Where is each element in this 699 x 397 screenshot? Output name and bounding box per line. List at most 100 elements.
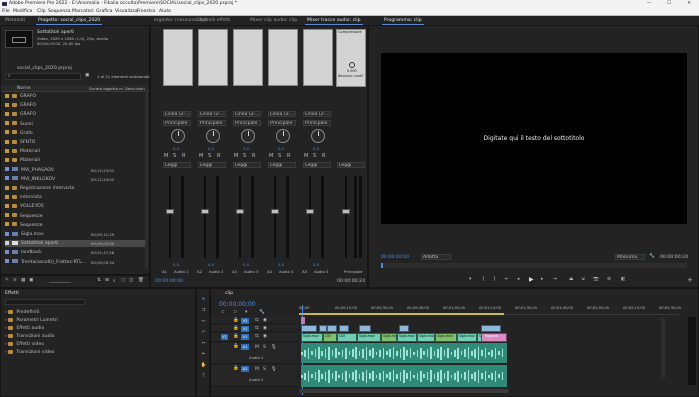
- label-color-swatch[interactable]: [5, 130, 9, 135]
- chevron-right-icon[interactable]: ›: [5, 350, 7, 355]
- mic-icon[interactable]: 🎙: [271, 367, 277, 372]
- pan-value[interactable]: 0,0: [278, 146, 284, 151]
- video-clip[interactable]: C00: [323, 333, 337, 342]
- timeline-ruler[interactable]: 00;00 00;00;15;00 00;00;30;00 00;00;45;00 00…: [299, 305, 681, 315]
- project-item[interactable]: intervista: [5, 194, 147, 201]
- program-timecode[interactable]: 00:00:00:00: [381, 255, 409, 260]
- maximize-button[interactable]: ☐: [659, 0, 679, 8]
- track-target[interactable]: V2: [241, 326, 249, 332]
- menu-grafica[interactable]: Grafica: [96, 8, 113, 16]
- video-clip[interactable]: [481, 325, 501, 332]
- fit-dropdown[interactable]: Adatta: [421, 254, 451, 260]
- mic-icon[interactable]: 🎙: [271, 345, 277, 350]
- master-fader-thumb[interactable]: [342, 209, 350, 215]
- mixer-timecode[interactable]: 00:00:00:00: [155, 279, 183, 284]
- pan-knob[interactable]: [171, 129, 185, 143]
- video-clip[interactable]: Sigla.mov: [435, 333, 457, 342]
- pan-value[interactable]: 0,0: [243, 146, 249, 151]
- menu-finestra[interactable]: Finestra: [137, 8, 155, 16]
- video-clip[interactable]: [327, 325, 337, 332]
- chevron-right-icon[interactable]: ›: [5, 310, 7, 315]
- label-color-swatch[interactable]: [5, 185, 9, 190]
- add-marker-icon[interactable]: ▾: [245, 310, 247, 315]
- chevron-right-icon[interactable]: ›: [5, 326, 7, 331]
- tab-mixer-tracce-audio[interactable]: Mixer tracce audio: clip: [305, 17, 363, 25]
- mark-in-icon[interactable]: {: [482, 277, 485, 282]
- fader-thumb[interactable]: [271, 209, 279, 215]
- pan-knob[interactable]: [311, 129, 325, 143]
- automation-dropdown[interactable]: Leggi: [198, 162, 226, 168]
- solo-icon[interactable]: S: [278, 153, 281, 159]
- mute-icon[interactable]: M: [269, 153, 273, 159]
- track-target[interactable]: V1: [241, 334, 249, 340]
- label-color-swatch[interactable]: [5, 240, 9, 245]
- pan-value[interactable]: 0,0: [208, 146, 214, 151]
- lock-icon[interactable]: 🔒: [233, 318, 239, 323]
- volume-value[interactable]: 0,0: [278, 262, 284, 267]
- marker-icon[interactable]: ▾: [469, 277, 471, 282]
- master-fader[interactable]: [345, 176, 347, 258]
- fader-thumb[interactable]: [306, 209, 314, 215]
- project-item[interactable]: VOLLEYO5: [5, 203, 147, 210]
- volume-value[interactable]: 0,0: [243, 262, 249, 267]
- effects-title[interactable]: Effetti: [5, 291, 19, 296]
- effects-category[interactable]: › Predefiniti: [5, 309, 40, 316]
- record-icon[interactable]: R: [182, 153, 185, 159]
- project-item[interactable]: Materiali: [5, 157, 147, 164]
- input-dropdown[interactable]: Linea (2-...: [303, 111, 331, 117]
- track-header[interactable]: 🔒 V2 ⇆ ◉: [211, 325, 297, 332]
- solo-icon[interactable]: S: [313, 153, 316, 159]
- automate-icon[interactable]: ⊞: [105, 278, 109, 283]
- lock-icon[interactable]: 🔒: [233, 334, 239, 339]
- video-clip[interactable]: [301, 325, 317, 332]
- step-forward-icon[interactable]: ▸: [541, 277, 543, 282]
- mute-icon[interactable]: M: [234, 153, 238, 159]
- sync-icon[interactable]: ⇆: [255, 334, 259, 339]
- effect-slot[interactable]: [198, 29, 228, 86]
- label-color-swatch[interactable]: [5, 121, 9, 126]
- effects-category[interactable]: › Effetti video: [5, 341, 44, 348]
- tab-mixer-clip-audio[interactable]: Mixer clip audio: clip: [248, 17, 299, 24]
- automation-dropdown[interactable]: Leggi: [303, 162, 331, 168]
- project-item[interactable]: GRAFO: [5, 111, 147, 118]
- volume-fader[interactable]: [169, 176, 171, 258]
- lock-icon[interactable]: 🔒: [233, 366, 239, 371]
- ripple-tool-icon[interactable]: ⟛: [200, 319, 207, 325]
- video-clip[interactable]: C00: [337, 333, 357, 342]
- volume-fader[interactable]: [204, 176, 206, 258]
- track-header[interactable]: 🔒 V3 ⇆ ◉: [211, 317, 297, 324]
- settings-icon[interactable]: ⚙: [607, 277, 611, 282]
- video-clip[interactable]: [359, 325, 371, 332]
- pan-knob[interactable]: [241, 129, 255, 143]
- eye-icon[interactable]: ◉: [263, 334, 267, 339]
- menu-sequenza[interactable]: Sequenza: [48, 8, 71, 16]
- label-color-swatch[interactable]: [5, 194, 9, 199]
- column-descrizione[interactable]: Descrizion: [125, 86, 145, 91]
- menu-clip[interactable]: Clip: [37, 8, 46, 16]
- track-target[interactable]: A1: [241, 344, 249, 350]
- program-viewer[interactable]: Digitate qui il testo del sottotitolo: [381, 53, 687, 224]
- route-dropdown[interactable]: Principale: [198, 120, 226, 126]
- audio-clip[interactable]: [301, 365, 507, 387]
- input-dropdown[interactable]: Linea (2-...: [198, 111, 226, 117]
- lock-icon[interactable]: 🔒: [233, 326, 239, 331]
- column-durata[interactable]: Durata oggetto m: [89, 86, 123, 91]
- pan-knob[interactable]: [276, 129, 290, 143]
- project-scrollbar[interactable]: [145, 93, 148, 268]
- project-item[interactable]: GRAFO: [5, 93, 147, 100]
- fader-thumb[interactable]: [236, 209, 244, 215]
- project-item[interactable]: Trenta(ascolti)_Frattes-RTL... 00;00;09;2…: [5, 259, 147, 266]
- record-icon[interactable]: R: [217, 153, 220, 159]
- export-frame-icon[interactable]: ◧: [621, 277, 625, 282]
- effects-category[interactable]: › Transizioni audio: [5, 333, 55, 340]
- column-nome[interactable]: Nome: [17, 86, 31, 91]
- extract-icon[interactable]: ⇲: [581, 277, 585, 282]
- input-dropdown[interactable]: Linea (2-...: [268, 111, 296, 117]
- project-item[interactable]: Grafo: [5, 130, 147, 137]
- label-color-swatch[interactable]: [5, 176, 9, 181]
- minimize-button[interactable]: —: [639, 0, 659, 8]
- find-icon[interactable]: ⌕: [113, 278, 116, 284]
- caption-clip[interactable]: [301, 317, 305, 324]
- new-item-icon[interactable]: ◫: [129, 278, 133, 283]
- project-item[interactable]: Suoni: [5, 121, 147, 128]
